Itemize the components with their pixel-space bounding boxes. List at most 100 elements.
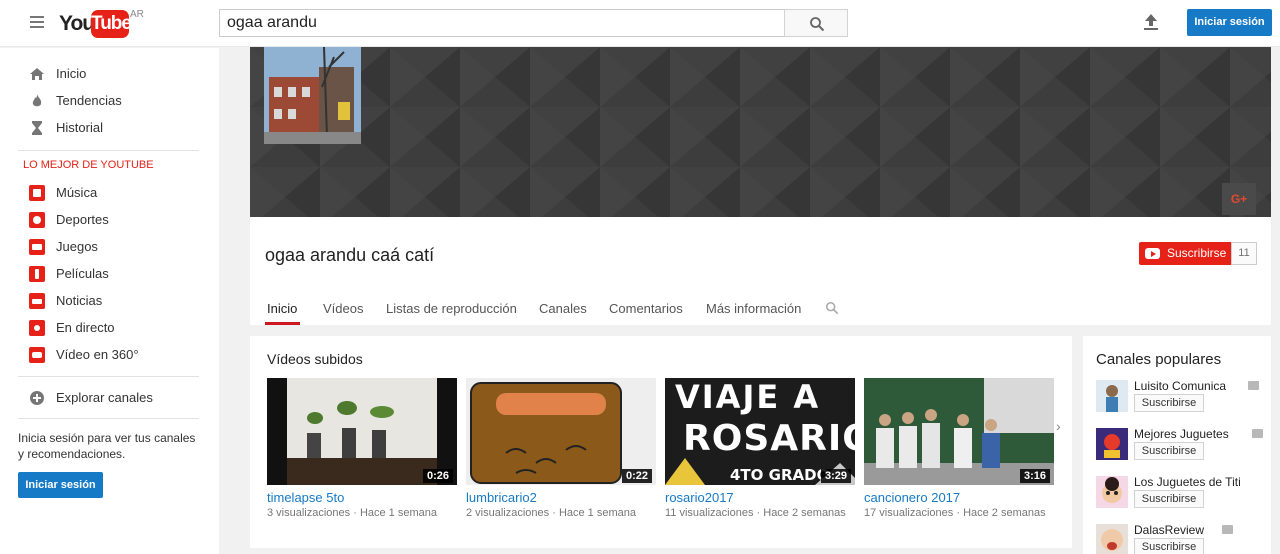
channel-name[interactable]: Mejores Juguetes <box>1134 427 1229 441</box>
sidebar-item-label: Inicio <box>56 66 87 81</box>
sidebar-item-news[interactable]: Noticias <box>0 287 219 314</box>
subscribe-button[interactable]: Suscribirse <box>1134 490 1204 508</box>
banner-pattern <box>250 47 1271 217</box>
popular-heading: Canales populares <box>1096 351 1222 368</box>
search-input[interactable]: ogaa arandu <box>219 9 784 37</box>
youtube-play-icon <box>1145 248 1160 259</box>
video-views: 17 visualizaciones <box>864 507 954 519</box>
channel-avatar[interactable] <box>1096 380 1128 412</box>
channel-name[interactable]: DalasReview <box>1134 523 1204 537</box>
sidebar-item-360[interactable]: Vídeo en 360° <box>0 341 219 368</box>
sidebar-item-trending[interactable]: Tendencias <box>0 87 219 114</box>
channel-search-icon[interactable] <box>825 301 839 315</box>
menu-icon[interactable] <box>30 16 44 28</box>
sidebar-item-movies[interactable]: Películas <box>0 260 219 287</box>
popular-channels: Canales populares Luisito Comunica Suscr… <box>1083 336 1271 554</box>
video-views: 11 visualizaciones <box>665 507 754 519</box>
video-meta: 2 visualizaciones · Hace 1 semana <box>466 507 636 519</box>
video-title[interactable]: rosario2017 <box>665 490 855 505</box>
channel-avatar[interactable] <box>1096 428 1128 460</box>
sidebar-divider <box>18 418 199 419</box>
music-icon <box>29 185 45 201</box>
sidebar-item-label: Noticias <box>56 293 103 308</box>
sports-icon <box>29 212 45 228</box>
plus-circle-icon <box>30 391 44 405</box>
channel-avatar[interactable] <box>1096 476 1128 508</box>
sidebar-item-label: Música <box>56 185 98 200</box>
country-code: AR <box>130 9 144 20</box>
subscribe-button[interactable]: Suscribirse <box>1134 442 1204 460</box>
uploads-heading: Vídeos subidos <box>267 351 363 367</box>
home-icon <box>30 68 44 80</box>
video-meta: 17 visualizaciones · Hace 2 semanas <box>864 507 1046 519</box>
video-card[interactable]: 0:22 lumbricario2 2 visualizaciones · Ha… <box>466 378 656 519</box>
signin-button[interactable]: Iniciar sesión <box>1187 9 1272 36</box>
tab-channels[interactable]: Canales <box>539 301 587 316</box>
sidebar-item-label: Películas <box>56 266 109 281</box>
channel-title: ogaa arandu caá catí <box>265 245 435 265</box>
tab-videos[interactable]: Vídeos <box>323 301 363 316</box>
top-bar: You Tube AR ogaa arandu Iniciar sesión <box>0 0 1280 47</box>
sidebar-signin-button[interactable]: Iniciar sesión <box>18 472 103 498</box>
upload-icon[interactable] <box>1143 13 1159 31</box>
subscriber-count: 11 <box>1231 242 1257 265</box>
video-card[interactable]: 0:26 timelapse 5to 3 visualizaciones · H… <box>267 378 457 519</box>
popular-channel-item: Luisito Comunica Suscribirse <box>1096 379 1271 426</box>
video-thumbnail[interactable]: 0:26 <box>267 378 457 485</box>
chevron-right-icon[interactable]: › <box>1056 418 1061 434</box>
uploads-section: Vídeos subidos 0:26 timelapse 5to 3 visu… <box>250 336 1072 548</box>
video-thumbnail[interactable]: 3:16 <box>864 378 1054 485</box>
sidebar-item-games[interactable]: Juegos <box>0 233 219 260</box>
sidebar-item-explore[interactable]: Explorar canales <box>0 384 219 411</box>
sidebar-item-label: Juegos <box>56 239 98 254</box>
tab-comments[interactable]: Comentarios <box>609 301 683 316</box>
channel-header: ogaa arandu caá catí Suscribirse 11 Inic… <box>250 217 1271 325</box>
subscribe-label: Suscribirse <box>1167 246 1227 260</box>
channel-name[interactable]: Los Juguetes de Titi <box>1134 475 1241 489</box>
video-thumbnail[interactable]: VIAJE A ROSARIO 4TO GRADO 3:29 <box>665 378 855 485</box>
verified-icon <box>1222 525 1233 534</box>
sidebar-item-live[interactable]: En directo <box>0 314 219 341</box>
sidebar-divider <box>18 376 199 377</box>
sidebar-item-home[interactable]: Inicio <box>0 60 219 87</box>
sidebar-item-history[interactable]: Historial <box>0 114 219 141</box>
sidebar-item-label: Tendencias <box>56 93 122 108</box>
channel-banner <box>250 47 1271 217</box>
subscribe-button[interactable]: Suscribirse <box>1134 538 1204 554</box>
channel-avatar[interactable] <box>264 47 361 144</box>
video-card[interactable]: VIAJE A ROSARIO 4TO GRADO 3:29 rosario20… <box>665 378 855 519</box>
video-age: Hace 2 semanas <box>963 507 1046 519</box>
sidebar-item-music[interactable]: Música <box>0 179 219 206</box>
video-age: Hace 1 semana <box>558 507 636 519</box>
sidebar-item-label: Historial <box>56 120 103 135</box>
thumb-text-line2: ROSARIO <box>683 418 855 459</box>
video-card[interactable]: 3:16 cancionero 2017 17 visualizaciones … <box>864 378 1054 519</box>
gplus-link[interactable]: G+ <box>1222 183 1256 215</box>
active-tab-indicator <box>265 322 300 325</box>
sidebar-item-sports[interactable]: Deportes <box>0 206 219 233</box>
channel-name[interactable]: Luisito Comunica <box>1134 379 1226 393</box>
video-age: Hace 2 semanas <box>763 507 846 519</box>
sidebar-item-label: Vídeo en 360° <box>56 347 139 362</box>
popular-channel-item: Mejores Juguetes Suscribirse <box>1096 427 1271 474</box>
popular-channel-item: DalasReview Suscribirse <box>1096 523 1271 554</box>
news-icon <box>29 293 45 309</box>
tab-inicio[interactable]: Inicio <box>267 301 297 316</box>
subscribe-button[interactable]: Suscribirse <box>1134 394 1204 412</box>
video-views: 3 visualizaciones <box>267 507 351 519</box>
video-thumbnail[interactable]: 0:22 <box>466 378 656 485</box>
video-title[interactable]: lumbricario2 <box>466 490 656 505</box>
sidebar-item-label: Explorar canales <box>56 390 153 405</box>
video-title[interactable]: timelapse 5to <box>267 490 457 505</box>
video-duration: 3:29 <box>820 469 851 483</box>
verified-icon <box>1248 381 1259 390</box>
sidebar-item-label: Deportes <box>56 212 109 227</box>
hourglass-icon <box>32 121 42 135</box>
video360-icon <box>29 347 45 363</box>
channel-avatar[interactable] <box>1096 524 1128 554</box>
video-title[interactable]: cancionero 2017 <box>864 490 1054 505</box>
tab-playlists[interactable]: Listas de reproducción <box>386 301 517 316</box>
tab-about[interactable]: Más información <box>706 301 801 316</box>
subscribe-button[interactable]: Suscribirse <box>1139 242 1231 265</box>
search-button[interactable] <box>784 9 848 37</box>
